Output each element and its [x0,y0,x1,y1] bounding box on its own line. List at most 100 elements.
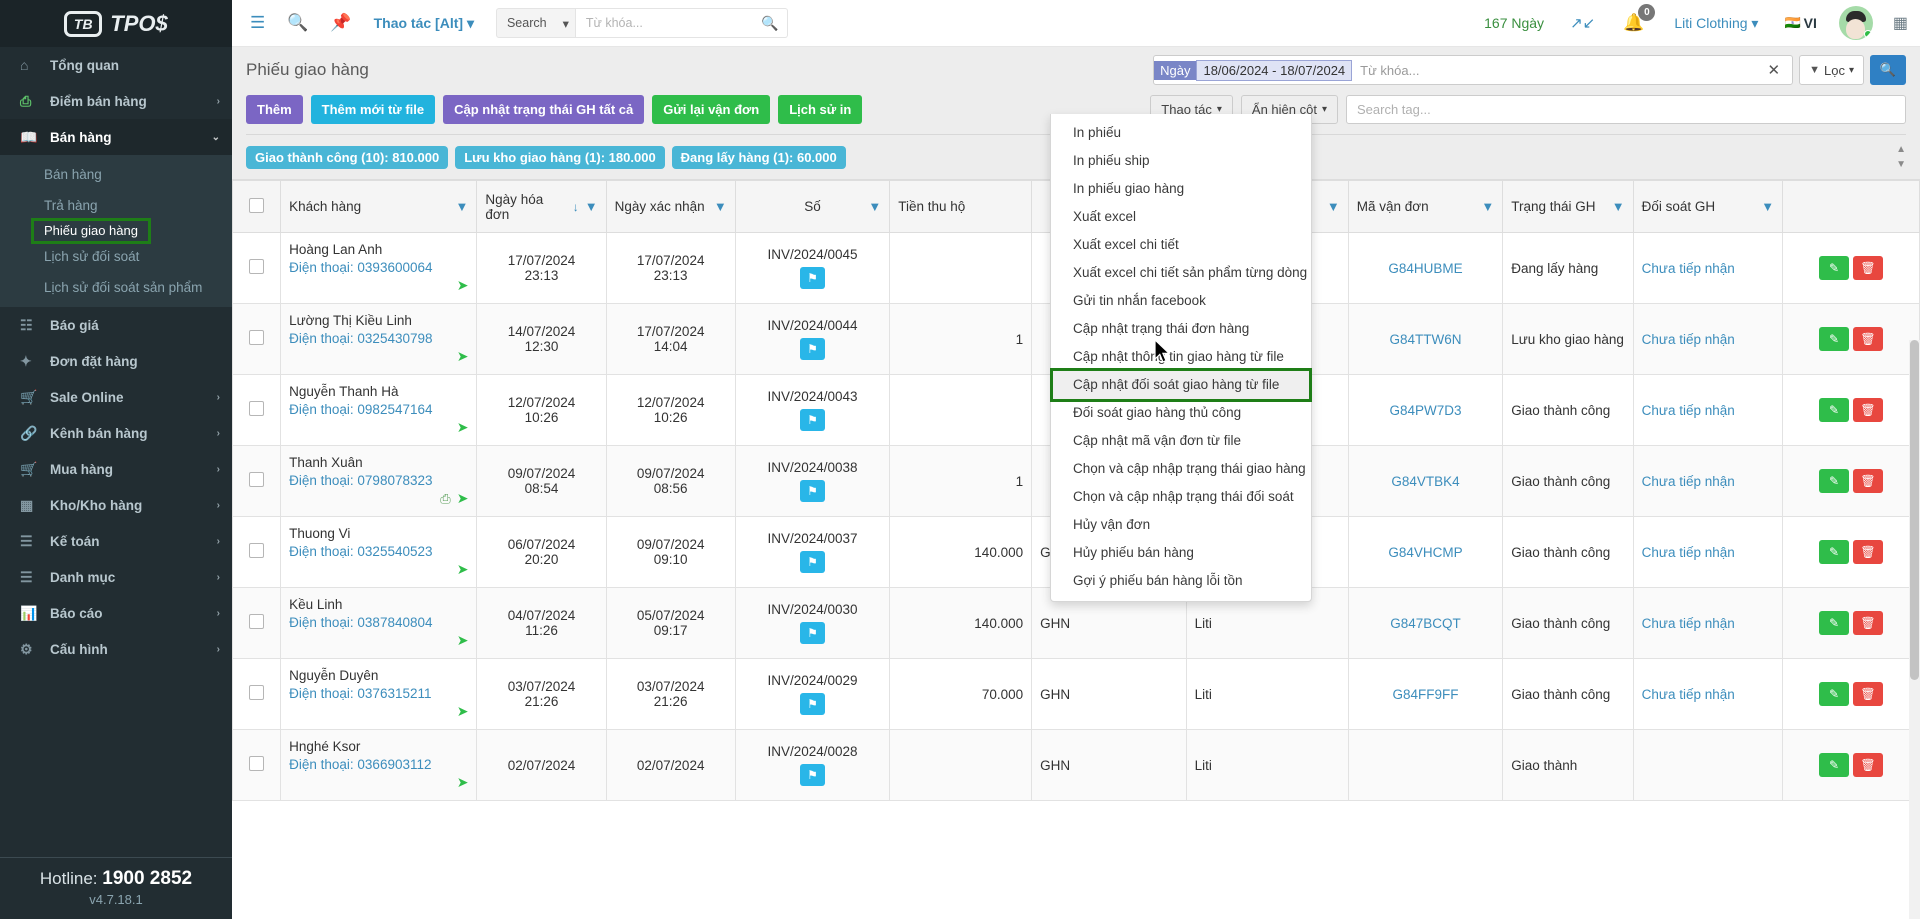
dropdown-item-13[interactable]: Chọn và cập nhập trạng thái đối soát [1051,483,1311,511]
dropdown-item-3[interactable]: Xuất excel [1051,203,1311,231]
sidebar-item-danh-muc[interactable]: ☰ Danh mục › [0,559,232,595]
days-remaining[interactable]: 167 Ngày [1484,15,1544,31]
dropdown-item-0[interactable]: In phiếu [1051,119,1311,147]
tag-icon[interactable]: ⚑ [800,480,826,502]
sidebar-item-tong-quan[interactable]: ⌂ Tổng quan [0,47,232,83]
tag-icon[interactable]: ⚑ [800,267,826,289]
th-reconcile[interactable]: Đối soát GH ▼ [1632,180,1784,233]
search-scope-select[interactable]: Search ▾ [495,8,576,38]
global-search-wrap[interactable]: 🔍 [575,8,788,38]
dropdown-item-5[interactable]: Xuất excel chi tiết sản phẩm từng dòng [1051,259,1311,287]
sidebar-item-don-dat-hang[interactable]: ✦ Đơn đặt hàng [0,343,232,379]
avatar[interactable] [1838,6,1873,40]
reconcile-status[interactable]: Chưa tiếp nhận [1642,474,1735,489]
sidebar-item-diem-ban-hang[interactable]: ⎙ Điểm bán hàng › [0,83,232,119]
status-badge-giao-thanh-cong[interactable]: Giao thành công (10): 810.000 [246,145,449,169]
edit-row-button[interactable]: ✎ [1819,611,1850,635]
customer-phone[interactable]: Điện thoại: 0325540523 [289,544,468,559]
apps-grid-icon[interactable]: ▦ [1893,13,1908,33]
dropdown-item-10[interactable]: Đối soát giao hàng thủ công [1051,399,1311,427]
dropdown-item-6[interactable]: Gửi tin nhắn facebook [1051,287,1311,315]
edit-row-button[interactable]: ✎ [1819,682,1850,706]
tag-icon[interactable]: ⚑ [800,622,826,644]
funnel-icon[interactable]: ▼ [1612,199,1625,214]
delete-row-button[interactable]: 🗑 [1853,753,1884,777]
fullscreen-icon[interactable]: ↗↙ [1570,14,1595,32]
sidebar-subitem-label[interactable]: Trả hàng [0,190,232,221]
dropdown-item-9[interactable]: Cập nhật đối soát giao hàng từ file [1050,368,1312,402]
row-checkbox[interactable] [249,543,265,558]
search-icon[interactable]: 🔍 [761,15,778,32]
row-checkbox[interactable] [249,401,265,416]
edit-row-button[interactable]: ✎ [1819,398,1850,422]
sidebar-toggle-icon[interactable]: ☰ [250,13,265,33]
row-select-cell[interactable] [232,374,282,446]
edit-row-button[interactable]: ✎ [1819,469,1850,493]
sidebar-subitem-label[interactable]: Bán hàng [0,159,232,190]
sidebar-item-bao-gia[interactable]: ☷ Báo giá [0,307,232,343]
tracking-code[interactable]: G84TTW6N [1389,332,1461,347]
row-checkbox[interactable] [249,330,265,345]
funnel-icon[interactable]: ▼ [1327,199,1340,214]
keyword-placeholder[interactable]: Từ khóa... [1360,63,1419,78]
dropdown-item-12[interactable]: Chọn và cập nhập trạng thái giao hàng [1051,455,1311,483]
row-select-cell[interactable] [232,232,282,304]
dropdown-item-2[interactable]: In phiếu giao hàng [1051,175,1311,203]
customer-phone[interactable]: Điện thoại: 0798078323 [289,473,468,488]
delete-row-button[interactable]: 🗑 [1853,540,1884,564]
reconcile-status[interactable]: Chưa tiếp nhận [1642,545,1735,560]
sidebar-item-kenh-ban-hang[interactable]: 🔗 Kênh bán hàng › [0,415,232,451]
search-submit-button[interactable]: 🔍 [1870,55,1906,85]
funnel-icon[interactable]: ▼ [714,199,727,214]
customer-phone[interactable]: Điện thoại: 0393600064 [289,260,468,275]
row-checkbox[interactable] [249,614,265,629]
row-select-cell[interactable] [232,658,282,730]
delete-row-button[interactable]: 🗑 [1853,256,1884,280]
dropdown-item-1[interactable]: In phiếu ship [1051,147,1311,175]
delete-row-button[interactable]: 🗑 [1853,611,1884,635]
vertical-scrollbar[interactable] [1909,340,1920,919]
row-select-cell[interactable] [232,587,282,659]
thao-tac-alt-menu[interactable]: Thao tác [Alt] ▾ [374,15,474,32]
sidebar-item-ban-hang[interactable]: 📖 Bán hàng ⌄ Bán hàng Trả hàng Phiếu gia… [0,119,232,307]
th-number[interactable]: Số ▼ [734,180,891,233]
table-row[interactable]: Nguyễn Duyên Điện thoại: 0376315211 ➤ 03/07… [232,658,1920,730]
pin-icon[interactable]: 📌 [330,13,351,33]
th-tracking[interactable]: Mã vận đơn ▼ [1347,180,1504,233]
sidebar-item-ke-toan[interactable]: ☰ Kế toán › [0,523,232,559]
customer-phone[interactable]: Điện thoại: 0366903112 [289,757,468,772]
chevron-up-icon[interactable]: ▲ [1896,144,1906,155]
sidebar-subitem-ban-hang[interactable]: Bán hàng [0,159,232,190]
tracking-code[interactable]: G84HUBME [1388,261,1462,276]
th-invoice-date[interactable]: Ngày hóa đơn ↓ ▼ [476,180,607,233]
funnel-icon[interactable]: ▼ [1481,199,1494,214]
sort-desc-icon[interactable]: ↓ [573,200,579,214]
th-confirm-date[interactable]: Ngày xác nhận ▼ [605,180,736,233]
row-select-cell[interactable] [232,729,282,801]
add-button[interactable]: Thêm [246,95,303,124]
delete-row-button[interactable]: 🗑 [1853,682,1884,706]
tag-search-input[interactable]: Search tag... [1346,95,1906,124]
funnel-icon[interactable]: ▼ [456,199,469,214]
clear-filter-icon[interactable]: ✕ [1768,61,1787,79]
sidebar-item-sale-online[interactable]: 🛒 Sale Online › [0,379,232,415]
edit-row-button[interactable]: ✎ [1819,256,1850,280]
tracking-code[interactable]: G84VTBK4 [1391,474,1459,489]
th-gh-status[interactable]: Trạng thái GH ▼ [1502,180,1634,233]
customer-phone[interactable]: Điện thoại: 0387840804 [289,615,468,630]
sidebar-subitem-tra-hang[interactable]: Trả hàng [0,190,232,221]
reconcile-status[interactable]: Chưa tiếp nhận [1642,261,1735,276]
dropdown-item-15[interactable]: Hủy phiếu bán hàng [1051,539,1311,567]
row-checkbox[interactable] [249,472,265,487]
tag-icon[interactable]: ⚑ [800,551,826,573]
reconcile-status[interactable]: Chưa tiếp nhận [1642,687,1735,702]
sidebar-item-cau-hinh[interactable]: ⚙ Cấu hình › [0,631,232,667]
edit-row-button[interactable]: ✎ [1819,540,1850,564]
customer-phone[interactable]: Điện thoại: 0325430798 [289,331,468,346]
tracking-code[interactable]: G84PW7D3 [1389,403,1461,418]
filter-button[interactable]: ▼ Lọc ▾ [1799,55,1864,85]
brand-logo[interactable]: TB TPO$ [0,0,232,47]
tag-icon[interactable]: ⚑ [800,764,826,786]
dropdown-item-16[interactable]: Gợi ý phiếu bán hàng lỗi tồn [1051,567,1311,595]
edit-row-button[interactable]: ✎ [1819,327,1850,351]
